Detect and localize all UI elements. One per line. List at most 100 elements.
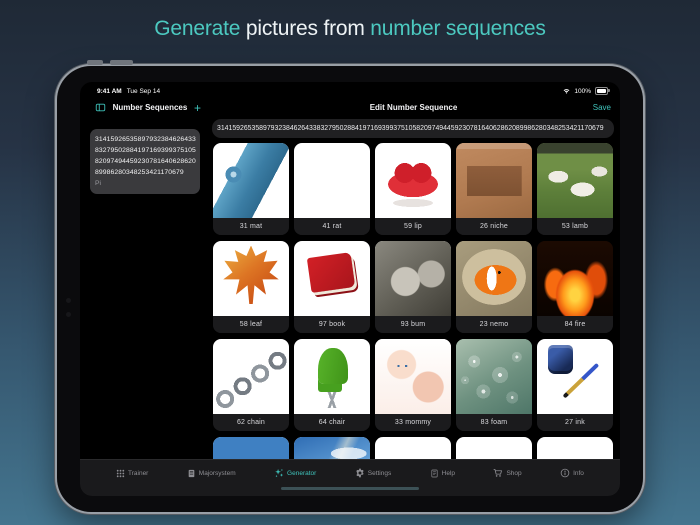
grid-cell[interactable]: 93 bum — [375, 241, 451, 333]
page-title: Generate pictures from number sequences — [0, 17, 700, 41]
cell-image — [213, 437, 289, 459]
grid-cell[interactable]: 58 leaf — [213, 241, 289, 333]
cell-image — [456, 437, 532, 459]
sidebar-toggle-icon[interactable] — [95, 102, 106, 113]
home-indicator[interactable] — [281, 487, 419, 490]
grid-cell[interactable]: 62 chain — [213, 339, 289, 431]
trainer-grid-icon — [116, 469, 125, 477]
cell-label: 58 leaf — [213, 316, 289, 333]
cell-label: 97 book — [294, 316, 370, 333]
save-button[interactable]: Save — [593, 103, 611, 112]
tab-trainer[interactable]: Trainer — [116, 469, 148, 478]
detail-nav: Edit Number Sequence Save — [207, 103, 620, 112]
cell-image — [294, 437, 370, 459]
tab-label: Generator — [287, 469, 317, 477]
cell-label: 26 niche — [456, 218, 532, 235]
tab-info[interactable]: Info — [560, 468, 584, 478]
cell-image — [375, 437, 451, 459]
main-area: 3141592653589793238462643383279502884197… — [80, 117, 620, 459]
cell-label: 53 lamb — [537, 218, 613, 235]
ipad-device-frame: 9:41 AM Tue Sep 14 100% Number Sequences… — [57, 60, 643, 512]
grid-cell[interactable]: 64 chair — [294, 339, 370, 431]
cell-image — [456, 339, 532, 414]
tab-settings[interactable]: Settings — [355, 468, 392, 478]
grid-cell[interactable] — [537, 437, 613, 459]
sequence-list-item[interactable]: 3141592653589793238462643383279502884197… — [90, 129, 200, 194]
cell-image — [456, 143, 532, 218]
status-time: 9:41 AM — [97, 87, 122, 95]
wifi-icon — [563, 89, 570, 94]
grid-cell[interactable]: 59 lip — [375, 143, 451, 235]
cell-image — [456, 241, 532, 316]
shop-cart-icon — [494, 468, 503, 477]
grid-cell[interactable]: 33 mommy — [375, 339, 451, 431]
cell-image — [375, 339, 451, 414]
cell-image — [375, 143, 451, 218]
cell-image — [375, 241, 451, 316]
grid-cell[interactable]: 83 foam — [456, 339, 532, 431]
tab-bar: Trainer Majorsystem Generator Settings H… — [80, 459, 620, 496]
cell-image — [537, 143, 613, 218]
grid-cell[interactable] — [213, 437, 289, 459]
tab-label: Help — [441, 469, 456, 477]
cell-image — [294, 339, 370, 414]
edit-sequence-panel: 3141592653589793238462643383279502884197… — [207, 117, 620, 459]
help-book-icon — [431, 469, 438, 477]
navigation-bar: Number Sequences + Edit Number Sequence … — [80, 98, 620, 117]
grid-cell[interactable] — [294, 437, 370, 459]
grid-cell[interactable]: 84 fire — [537, 241, 613, 333]
cell-image — [213, 143, 289, 218]
tab-label: Majorsystem — [198, 469, 236, 477]
cell-image — [537, 339, 613, 414]
grid-cell[interactable]: 41 rat — [294, 143, 370, 235]
cell-label: 93 bum — [375, 316, 451, 333]
grid-cell[interactable]: 27 ink — [537, 339, 613, 431]
volume-button — [110, 60, 133, 65]
battery-icon — [595, 87, 610, 95]
banner-accent-1: Generate — [154, 17, 241, 40]
cell-image — [537, 241, 613, 316]
tab-label: Trainer — [128, 469, 149, 477]
generator-sparkle-icon — [275, 468, 284, 477]
cell-label: 83 foam — [456, 414, 532, 431]
tab-generator[interactable]: Generator — [274, 468, 316, 478]
cell-label: 23 nemo — [456, 316, 532, 333]
tab-majorsystem[interactable]: Majorsystem — [187, 469, 236, 478]
cell-label: 84 fire — [537, 316, 613, 333]
sequence-input[interactable]: 3141592653589793238462643383279502884197… — [212, 119, 614, 138]
grid-cell[interactable]: 31 mat — [213, 143, 289, 235]
cell-label: 27 ink — [537, 414, 613, 431]
majorsystem-book-icon — [188, 469, 195, 477]
detail-title: Edit Number Sequence — [369, 103, 458, 112]
cell-label: 59 lip — [375, 218, 451, 235]
cell-label: 64 chair — [294, 414, 370, 431]
banner-plain: pictures from — [240, 17, 371, 40]
picture-grid: 31 mat 41 rat 59 lip 26 niche 53 lamb 58… — [213, 143, 614, 459]
tab-label: Shop — [506, 469, 522, 477]
grid-cell[interactable]: 97 book — [294, 241, 370, 333]
cell-label: 41 rat — [294, 218, 370, 235]
screen: 9:41 AM Tue Sep 14 100% Number Sequences… — [80, 82, 620, 496]
cell-image — [294, 241, 370, 316]
banner-accent-2: number sequences — [370, 17, 546, 40]
sidebar-nav: Number Sequences + — [80, 102, 207, 114]
grid-cell[interactable] — [375, 437, 451, 459]
sequence-list-sidebar: 3141592653589793238462643383279502884197… — [80, 117, 207, 459]
cell-label: 33 mommy — [375, 414, 451, 431]
battery-percent: 100% — [574, 87, 591, 95]
grid-cell[interactable]: 23 nemo — [456, 241, 532, 333]
top-button — [87, 60, 103, 65]
sequence-digits: 3141592653589793238462643383279502884197… — [95, 136, 196, 176]
tab-label: Settings — [367, 469, 392, 477]
tab-shop[interactable]: Shop — [493, 468, 522, 478]
grid-cell[interactable]: 53 lamb — [537, 143, 613, 235]
page: { "banner": { "parts": [ {"text": "Gener… — [0, 0, 700, 525]
add-sequence-button[interactable]: + — [194, 102, 201, 114]
cell-label: 31 mat — [213, 218, 289, 235]
grid-cell[interactable] — [456, 437, 532, 459]
grid-cell[interactable]: 26 niche — [456, 143, 532, 235]
tab-help[interactable]: Help — [430, 469, 455, 478]
status-date: Tue Sep 14 — [126, 87, 161, 95]
cell-label: 62 chain — [213, 414, 289, 431]
cell-image — [294, 143, 370, 218]
